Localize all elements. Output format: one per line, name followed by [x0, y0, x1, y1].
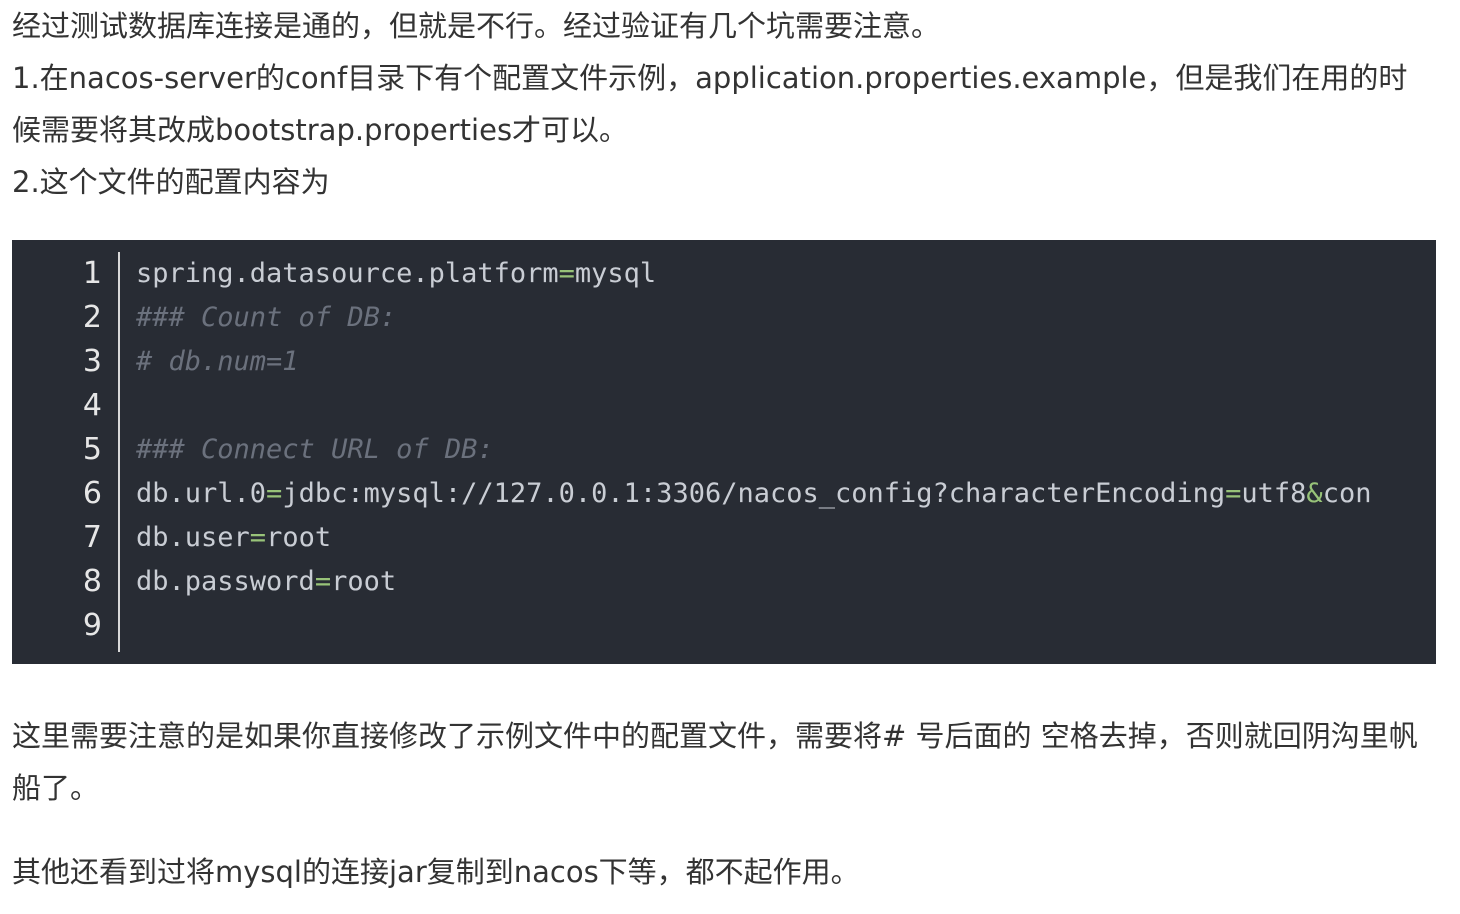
code-value: con	[1322, 478, 1372, 509]
line-number: 8	[82, 564, 102, 599]
code-value: root	[266, 522, 332, 553]
intro-paragraph-2: 1.在nacos-server的conf目录下有个配置文件示例，applicat…	[12, 61, 1408, 147]
article-notes: 这里需要注意的是如果你直接修改了示例文件中的配置文件，需要将# 号后面的 空格去…	[12, 710, 1436, 898]
line-number: 9	[82, 608, 102, 643]
note-paragraph-2: 其他还看到过将mysql的连接jar复制到nacos下等，都不起作用。	[12, 855, 860, 889]
code-line-1: spring.datasource.platform=mysql	[136, 252, 656, 296]
code-operator: =	[266, 478, 283, 509]
code-operator: =	[249, 522, 267, 553]
code-line-5: ### Connect URL of DB:	[136, 434, 494, 465]
code-key: db.url.0	[136, 478, 267, 509]
line-number: 7	[82, 520, 102, 555]
code-value: mysql	[574, 258, 657, 289]
article-intro: 经过测试数据库连接是通的，但就是不行。经过验证有几个坑需要注意。 1.在naco…	[12, 0, 1436, 208]
code-line-6: db.url.0=jdbc:mysql://127.0.0.1:3306/nac…	[136, 472, 1371, 516]
line-number-gutter: 1 2 3 4 5 6 7 8 9	[12, 252, 120, 652]
code-value: root	[331, 566, 397, 597]
line-number: 1	[82, 256, 102, 291]
line-number: 5	[82, 432, 102, 467]
code-line-3: # db.num=1	[136, 346, 299, 377]
code-key: db.user	[136, 522, 250, 553]
code-value: utf8	[1241, 478, 1307, 509]
code-line-7: db.user=root	[136, 516, 331, 560]
code-line-8: db.password=root	[136, 560, 396, 604]
code-operator: &	[1306, 478, 1323, 509]
code-operator: =	[558, 258, 575, 289]
code-operator: =	[314, 566, 332, 597]
code-block: 1 2 3 4 5 6 7 8 9 spring.datasource.plat…	[12, 240, 1436, 664]
code-value: jdbc:mysql://127.0.0.1:3306/nacos_config…	[282, 478, 1226, 509]
line-number: 3	[82, 344, 102, 379]
line-number: 2	[82, 300, 102, 335]
code-key: db.password	[136, 566, 315, 597]
intro-paragraph-1: 经过测试数据库连接是通的，但就是不行。经过验证有几个坑需要注意。	[12, 9, 941, 43]
code-line-2: ### Count of DB:	[136, 302, 397, 333]
line-number: 4	[82, 388, 102, 423]
code-lines: spring.datasource.platform=mysql ### Cou…	[136, 252, 1436, 652]
note-paragraph-1: 这里需要注意的是如果你直接修改了示例文件中的配置文件，需要将# 号后面的 空格去…	[12, 719, 1418, 805]
line-number: 6	[82, 476, 102, 511]
intro-paragraph-3: 2.这个文件的配置内容为	[12, 165, 330, 199]
code-key: spring.datasource.platform	[136, 258, 559, 289]
code-operator: =	[1225, 478, 1242, 509]
